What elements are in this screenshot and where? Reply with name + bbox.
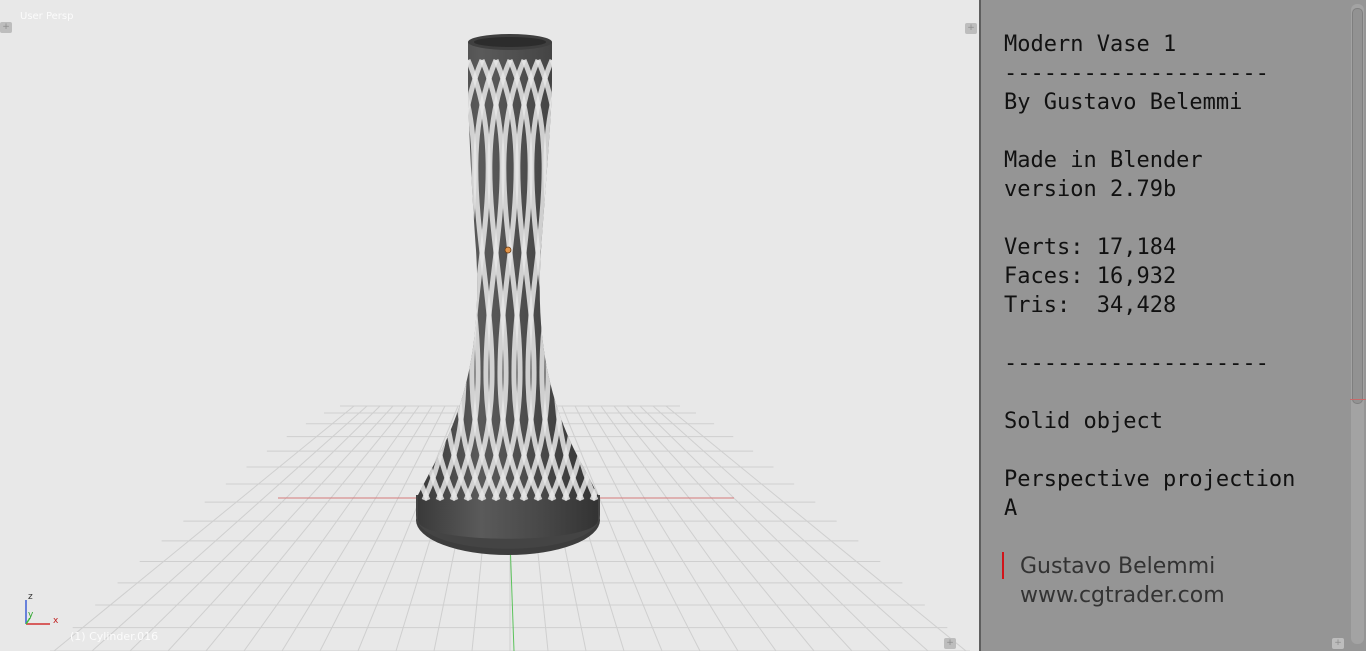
axis-x-label: x: [53, 616, 59, 626]
vase-opening: [340, 60, 370, 500]
axis-z-label: z: [28, 592, 33, 602]
signature-site: www.cgtrader.com: [1020, 583, 1225, 608]
3d-viewport[interactable]: z y x User Persp (1) Cylinder.016 + + +: [0, 0, 979, 651]
text-line: By Gustavo Belemmi: [1004, 90, 1243, 115]
grid-line: [129, 405, 381, 651]
text-cursor: [1002, 552, 1004, 579]
grid-line: [281, 405, 433, 651]
text-line: Solid object: [1004, 409, 1163, 434]
vase-opening: [636, 60, 666, 500]
grid-line: [53, 405, 355, 651]
axis-gizmo-icon: z y x: [25, 592, 59, 626]
vase-opening: [354, 60, 384, 500]
text-line: A: [1004, 496, 1018, 521]
text-line: Modern Vase 1: [1004, 32, 1177, 57]
scroll-marker: [1350, 399, 1366, 400]
vase-opening: [608, 60, 638, 500]
signature-name: Gustavo Belemmi: [1020, 554, 1216, 579]
vase-opening: [382, 60, 412, 500]
vase-opening: [589, 59, 598, 502]
corner-handle-icon[interactable]: +: [1332, 638, 1344, 649]
text-line: Faces: 16,932: [1004, 264, 1177, 289]
grid-line: [613, 405, 815, 651]
corner-handle-icon[interactable]: +: [0, 22, 12, 33]
text-line: Tris: 34,428: [1004, 293, 1177, 318]
grid-line: [665, 405, 967, 651]
vase-opening: [370, 60, 400, 500]
y-axis-line: [509, 539, 515, 651]
vase-opening: [418, 59, 431, 502]
grid-line: [167, 405, 394, 651]
scene-canvas[interactable]: z y x: [0, 0, 979, 651]
text-line: version 2.79b: [1004, 177, 1177, 202]
scrollbar[interactable]: [1351, 4, 1364, 644]
text-line: Made in Blender: [1004, 148, 1203, 173]
grid-line: [652, 405, 929, 651]
view-name-label: User Persp: [20, 11, 74, 22]
scrollbar-thumb[interactable]: [1352, 8, 1363, 404]
text-line: Verts: 17,184: [1004, 235, 1177, 260]
vase-opening: [418, 59, 445, 502]
axis-y-label: y: [28, 610, 34, 620]
grid-line: [205, 405, 407, 651]
vase-opening: [650, 60, 680, 500]
text-line: --------------------: [1004, 61, 1269, 86]
corner-handle-icon[interactable]: +: [965, 23, 977, 34]
grid-line: [91, 405, 368, 651]
grid-line: [626, 405, 853, 651]
text-editor-panel[interactable]: Modern Vase 1 -------------------- By Gu…: [981, 0, 1366, 651]
origin-dot-icon: [504, 246, 512, 254]
signature: Gustavo Belemmi www.cgtrader.com: [1020, 552, 1225, 610]
vase-opening: [563, 59, 598, 502]
grid-line: [639, 405, 891, 651]
text-content[interactable]: Modern Vase 1 -------------------- By Gu…: [1004, 30, 1295, 523]
grid-line: [587, 405, 739, 651]
text-line: Perspective projection: [1004, 467, 1296, 492]
vase-model[interactable]: [340, 34, 680, 555]
vase-opening: [418, 59, 429, 502]
grid-line: [243, 405, 420, 651]
vase-opening: [620, 60, 650, 500]
vase-opening: [591, 59, 598, 502]
grid-line: [600, 405, 777, 651]
active-object-label: (1) Cylinder.016: [70, 630, 159, 643]
text-line: --------------------: [1004, 351, 1269, 376]
vase-opening: [575, 59, 598, 502]
corner-handle-icon[interactable]: +: [944, 638, 956, 649]
